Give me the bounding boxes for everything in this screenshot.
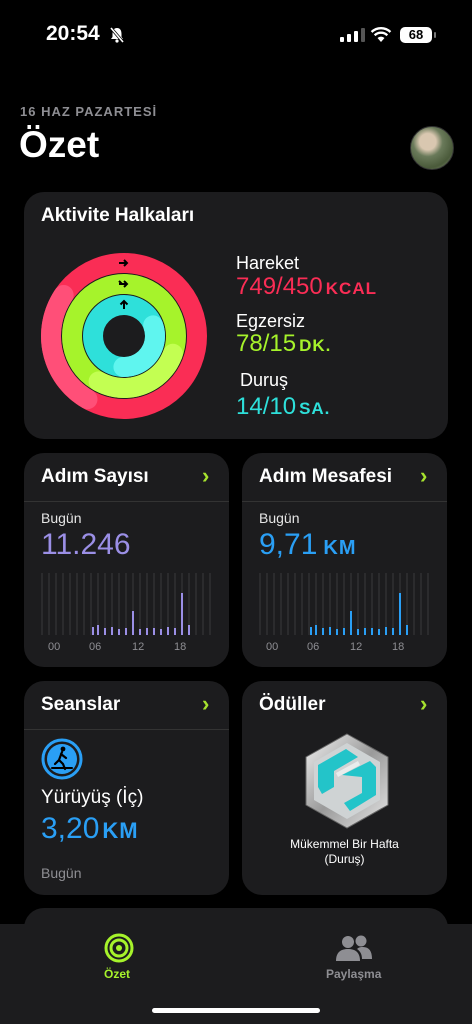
award-title: Mükemmel Bir Hafta [290, 837, 399, 851]
exercise-value-number: 78/15 [236, 330, 297, 357]
distance-card-title: Adım Mesafesi [259, 466, 393, 487]
distance-axis-12: 12 [350, 641, 363, 653]
tab-sharing[interactable]: Paylaşma [326, 967, 381, 981]
distance-axis-06: 06 [307, 641, 320, 653]
wifi-icon [370, 27, 392, 42]
stand-value: 14/10 SA. [236, 393, 330, 421]
session-distance-unit: KM [102, 818, 139, 843]
tab-summary[interactable]: Özet [104, 967, 130, 981]
date-label: 16 HAZ PAZARTESİ [20, 104, 158, 119]
stand-label: Duruş [240, 370, 289, 390]
steps-axis-06: 06 [89, 641, 102, 653]
distance-value-number: 9,71 [259, 528, 318, 561]
distance-card[interactable]: Adım Mesafesi › Bugün 9,71 KM 00 06 12 18 [242, 453, 447, 667]
cellular-signal-icon [340, 28, 365, 42]
distance-today-label: Bugün [259, 510, 300, 526]
steps-card[interactable]: Adım Sayısı › Bugün 11.246 00 06 12 18 [24, 453, 229, 667]
summary-rings-icon[interactable] [104, 933, 134, 963]
battery-icon: 68 [400, 27, 432, 43]
chevron-right-icon: › [420, 691, 428, 716]
session-when: Bugün [41, 865, 82, 881]
steps-axis-18: 18 [174, 641, 187, 653]
steps-value: 11.246 [41, 528, 131, 561]
sessions-card[interactable]: Seanslar › Yürüyüş (İç) 3,20 KM Bugün [24, 681, 229, 895]
stand-unit: SA. [299, 399, 331, 418]
distance-axis-00: 00 [266, 641, 279, 653]
status-time: 20:54 [46, 22, 100, 45]
chevron-right-icon: › [420, 463, 428, 488]
exercise-unit: DK. [299, 336, 332, 355]
move-label: Hareket [236, 253, 300, 273]
indoor-walk-icon [41, 738, 83, 780]
steps-axis-12: 12 [132, 641, 145, 653]
sessions-card-title: Seanslar [41, 694, 121, 715]
distance-axis-18: 18 [392, 641, 405, 653]
home-indicator[interactable] [152, 1008, 320, 1013]
activity-card-title: Aktivite Halkaları [41, 205, 195, 226]
battery-tip [434, 32, 436, 38]
exercise-label: Egzersiz [236, 311, 306, 331]
steps-card-title: Adım Sayısı [41, 466, 149, 487]
steps-axis-00: 00 [48, 641, 61, 653]
divider [242, 501, 447, 502]
divider [24, 501, 229, 502]
awards-card[interactable]: Ödüller › Mükemmel Bir Hafta (Duruş) [242, 681, 447, 895]
activity-rings-card[interactable]: Aktivite Halkaları Hareket 749/450 KCAL E… [24, 192, 448, 439]
move-value-number: 749/450 [236, 273, 323, 300]
divider [24, 729, 229, 730]
stand-value-number: 14/10 [236, 393, 297, 420]
session-workout-name: Yürüyüş (İç) [41, 787, 144, 808]
chevron-right-icon: › [202, 691, 210, 716]
activity-rings [41, 253, 207, 419]
award-badge-icon [305, 733, 389, 829]
page-title: Özet [19, 124, 100, 165]
chevron-right-icon: › [202, 463, 210, 488]
people-icon[interactable] [335, 934, 373, 962]
move-unit: KCAL [325, 279, 377, 298]
steps-today-label: Bugün [41, 510, 82, 526]
exercise-value: 78/15 DK. [236, 330, 331, 358]
steps-bar-chart [41, 573, 211, 635]
mute-bell-icon [109, 27, 125, 43]
move-value: 749/450 KCAL [236, 273, 377, 301]
distance-value: 9,71 KM [259, 528, 357, 562]
avatar[interactable] [410, 126, 454, 170]
session-distance-number: 3,20 [41, 812, 100, 845]
distance-unit: KM [323, 537, 357, 559]
award-subtitle: (Duruş) [324, 852, 365, 866]
session-distance: 3,20 KM [41, 812, 139, 846]
distance-bar-chart [259, 573, 429, 635]
awards-card-title: Ödüller [259, 694, 326, 715]
